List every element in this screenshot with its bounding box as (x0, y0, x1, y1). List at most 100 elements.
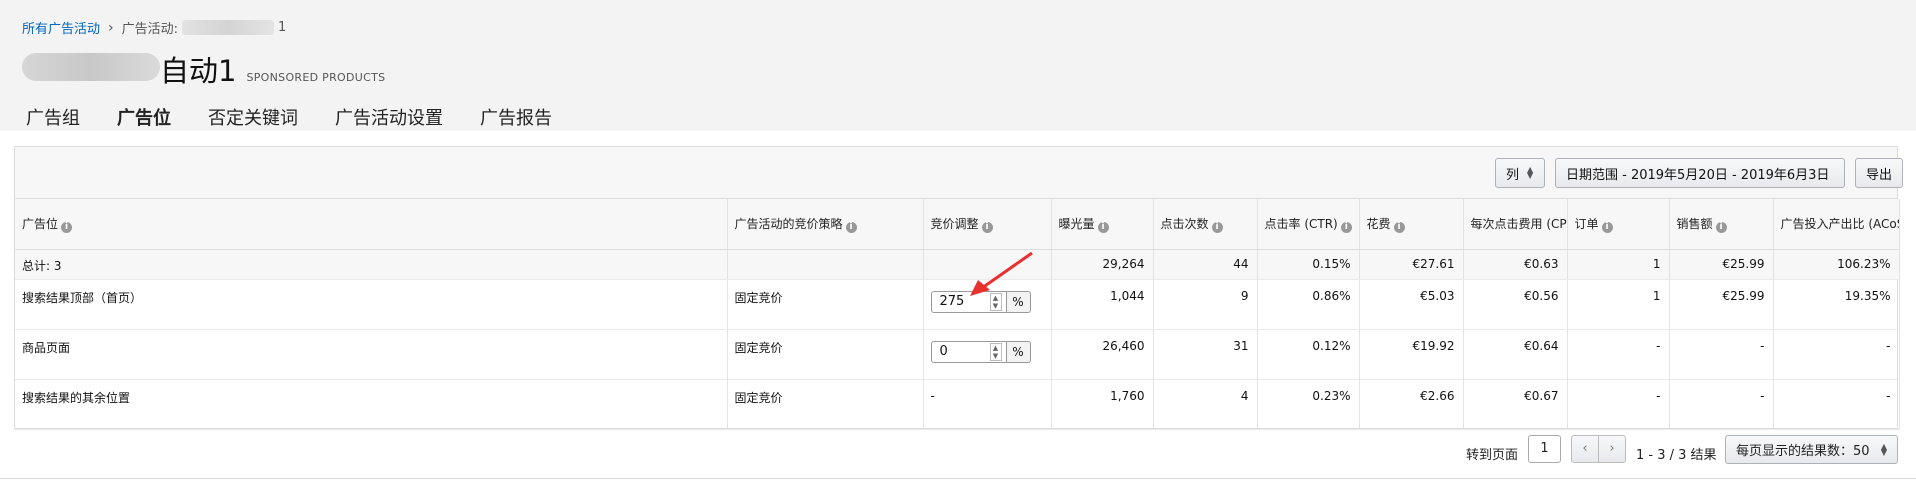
impressions: 1,760 (1051, 379, 1154, 430)
sales: €25.99 (1669, 279, 1774, 330)
info-icon[interactable]: i (845, 221, 857, 233)
redacted-campaign-name (182, 20, 275, 35)
column-header-label: 广告活动的竞价策略 (734, 216, 843, 231)
percent-unit: % (1006, 340, 1031, 363)
stepper-icon[interactable]: ▲ ▼ (989, 342, 1002, 361)
divider (0, 478, 1916, 479)
cpc: €0.64 (1463, 329, 1568, 380)
orders: 1 (1567, 279, 1670, 330)
column-header-label: 订单 (1574, 216, 1599, 231)
column-header[interactable]: 销售额 i (1669, 199, 1774, 250)
column-header-label: 广告位 (22, 216, 59, 231)
date-range-label: 日期范围 - 2019年5月20日 - 2019年6月3日 (1566, 167, 1830, 183)
bid-adjustment-cell: 0 ▲ ▼ % (923, 329, 1052, 380)
clicks: 31 (1153, 329, 1258, 380)
column-header[interactable]: 广告位 i (15, 199, 728, 250)
info-icon[interactable]: i (1097, 221, 1109, 233)
chevron-right-icon[interactable]: › (1598, 435, 1626, 463)
info-icon[interactable]: i (1340, 221, 1352, 233)
goto-page-label: 转到页面 (1466, 448, 1519, 463)
stepper-icon[interactable]: ▲ ▼ (989, 292, 1002, 311)
bid-adjustment-input[interactable]: 275 ▲ ▼ (930, 290, 1007, 313)
orders: - (1567, 379, 1670, 430)
columns-button[interactable]: 列 ▲ ▼ (1495, 158, 1545, 188)
info-icon[interactable]: i (1715, 221, 1727, 233)
bid-adjustment-value: 0 (939, 344, 948, 359)
info-icon[interactable]: i (1211, 221, 1223, 233)
bid-adjustment-cell: 275 ▲ ▼ % (923, 279, 1052, 330)
column-header[interactable]: 每次点击费用 (CPC) (1463, 199, 1568, 250)
total-clicks: 44 (1153, 249, 1258, 280)
total-cpc: €0.63 (1463, 249, 1568, 280)
column-header[interactable]: 广告活动的竞价策略 i (727, 199, 924, 250)
columns-button-label: 列 (1506, 167, 1520, 183)
info-icon[interactable]: i (1601, 221, 1613, 233)
breadcrumb-all-campaigns-link[interactable]: 所有广告活动 (22, 18, 100, 37)
placements-card: 列 ▲ ▼ 日期范围 - 2019年5月20日 - 2019年6月3日 导出 广告… (14, 146, 1903, 430)
page-size-select[interactable]: 每页显示的结果数：50 ▲ ▼ (1725, 435, 1898, 464)
column-header[interactable]: 订单 i (1567, 199, 1670, 250)
clicks: 9 (1153, 279, 1258, 330)
pagination: 转到页面 1 ‹ › 1 - 3 / 3 结果 每页显示的结果数：50 ▲ ▼ (0, 434, 1916, 468)
acos: 19.35% (1773, 279, 1900, 330)
total-impressions: 29,264 (1051, 249, 1154, 280)
acos: - (1773, 379, 1900, 430)
page-size-label: 每页显示的结果数：50 (1736, 444, 1870, 459)
table-toolbar: 列 ▲ ▼ 日期范围 - 2019年5月20日 - 2019年6月3日 导出 (15, 147, 1903, 199)
column-header-label: 花费 (1366, 216, 1391, 231)
column-header-label: 点击次数 (1160, 216, 1209, 231)
total-label: 总计: 3 (15, 249, 728, 280)
column-header-label: 点击率 (CTR) (1264, 216, 1338, 231)
bid-adjustment-input[interactable]: 0 ▲ ▼ (930, 340, 1007, 363)
column-header[interactable]: 点击率 (CTR) i (1257, 199, 1360, 250)
results-range: 1 - 3 / 3 结果 (1636, 448, 1717, 463)
bid-adjustment-value: - (923, 379, 1052, 430)
redacted-title (22, 53, 160, 81)
column-header[interactable]: 点击次数 i (1153, 199, 1258, 250)
column-header[interactable]: 广告投入产出比 (ACoS) (1773, 199, 1900, 250)
acos: - (1773, 329, 1900, 380)
bid-strategy: 固定竞价 (727, 279, 924, 330)
spend: €2.66 (1359, 379, 1464, 430)
placement-name: 商品页面 (15, 329, 728, 380)
chevron-left-icon[interactable]: ‹ (1571, 435, 1599, 463)
total-acos: 106.23% (1773, 249, 1900, 280)
column-header[interactable]: 曝光量 i (1051, 199, 1154, 250)
column-header[interactable]: 竞价调整 i (923, 199, 1052, 250)
spend: €5.03 (1359, 279, 1464, 330)
total-spend: €27.61 (1359, 249, 1464, 280)
orders: - (1567, 329, 1670, 380)
campaign-type-label: SPONSORED PRODUCTS (246, 71, 386, 84)
spend: €19.92 (1359, 329, 1464, 380)
breadcrumb-current: 广告活动: 1 (121, 18, 287, 37)
clicks: 4 (1153, 379, 1258, 430)
page-number-input[interactable]: 1 (1528, 435, 1561, 463)
total-ctr: 0.15% (1257, 249, 1360, 280)
table-row: 搜索结果的其余位置 固定竞价 - 1,760 4 0.23% €2.66 €0.… (15, 379, 1900, 430)
breadcrumb: 所有广告活动 › 广告活动: 1 (22, 18, 287, 38)
column-header[interactable]: 花费 i (1359, 199, 1464, 250)
export-button[interactable]: 导出 (1855, 158, 1903, 188)
date-range-button[interactable]: 日期范围 - 2019年5月20日 - 2019年6月3日 (1555, 158, 1845, 188)
breadcrumb-current-suffix: 1 (278, 20, 287, 35)
cpc: €0.67 (1463, 379, 1568, 430)
percent-unit: % (1006, 290, 1031, 313)
info-icon[interactable]: i (1393, 221, 1405, 233)
breadcrumb-current-prefix: 广告活动: (121, 22, 179, 37)
info-icon[interactable]: i (61, 221, 73, 233)
breadcrumb-separator: › (108, 19, 114, 36)
cpc: €0.56 (1463, 279, 1568, 330)
ctr: 0.12% (1257, 329, 1360, 380)
bid-strategy: 固定竞价 (727, 379, 924, 430)
column-header-label: 广告投入产出比 (ACoS) (1780, 217, 1899, 232)
page-title-row: 自动1 SPONSORED PRODUCTS (22, 48, 385, 90)
total-orders: 1 (1567, 249, 1670, 280)
column-header-label: 曝光量 (1058, 216, 1095, 231)
impressions: 26,460 (1051, 329, 1154, 380)
info-icon[interactable]: i (981, 221, 993, 233)
bid-adjustment-field: 275 ▲ ▼ % (930, 290, 1031, 313)
column-header-label: 销售额 (1676, 216, 1713, 231)
total-sales: €25.99 (1669, 249, 1774, 280)
placement-name: 搜索结果顶部（首页） (15, 279, 728, 330)
table-total-row: 总计: 3 29,264 44 0.15% €27.61 €0.63 1 €25… (15, 249, 1900, 280)
